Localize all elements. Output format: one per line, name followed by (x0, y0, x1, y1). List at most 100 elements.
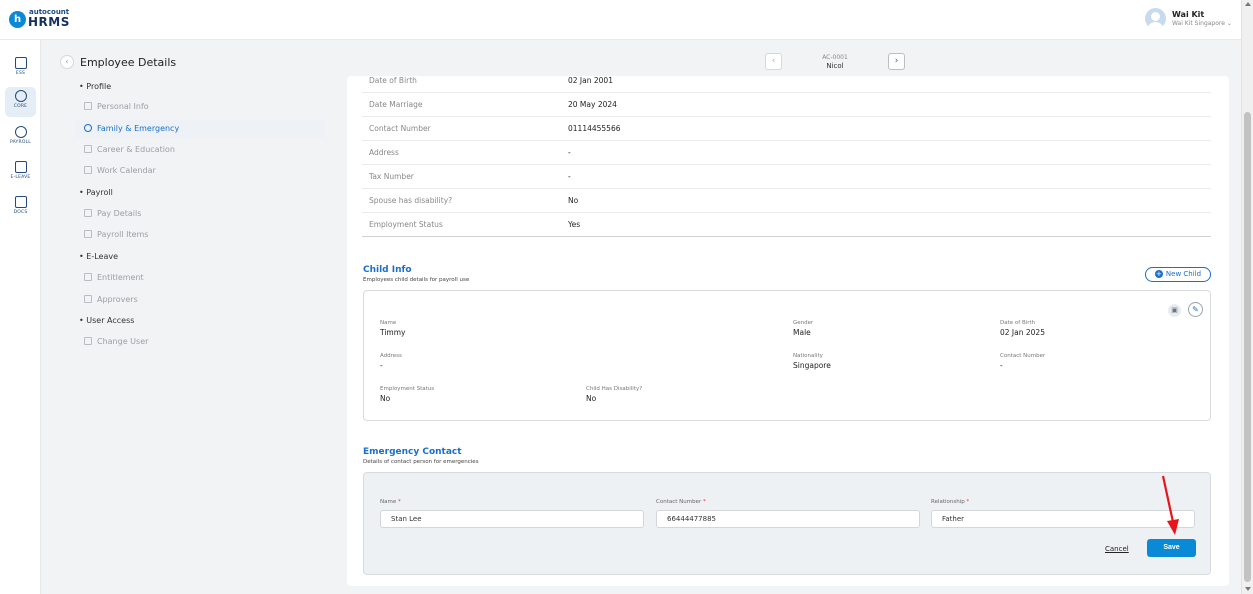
scroll-up-icon[interactable] (1245, 2, 1251, 6)
child-name-value: Timmy (380, 328, 406, 337)
family-icon (84, 124, 92, 132)
emergency-relationship-label: Relationship * (931, 499, 970, 505)
child-address-value: - (380, 361, 383, 370)
menu-item-entitlement[interactable]: Entitlement (75, 269, 325, 287)
child-nationality-value: Singapore (793, 361, 831, 370)
row-label: Address (369, 148, 399, 157)
nav-core-label: CORE (13, 104, 28, 109)
nav-core[interactable]: CORE (5, 87, 36, 117)
nav-payroll-label: PAYROLL (10, 140, 31, 145)
logo-text: HRMS (28, 15, 70, 29)
bank-icon (84, 209, 92, 217)
cancel-button[interactable]: Cancel (1105, 545, 1129, 553)
delete-child-button[interactable]: ▣ (1168, 304, 1181, 317)
next-employee-button[interactable]: › (888, 53, 905, 70)
scroll-down-icon[interactable] (1245, 587, 1251, 591)
child-contact-value: - (1000, 361, 1003, 370)
users-icon (84, 295, 92, 303)
nav-ess[interactable]: ESS (5, 54, 36, 84)
top-bar: h autocount HRMS Wai Kit Wai Kit Singapo… (0, 0, 1241, 40)
menu-item-approvers[interactable]: Approvers (75, 291, 325, 309)
child-contact-label: Contact Number (1000, 353, 1046, 359)
nav-payroll[interactable]: PAYROLL (5, 123, 36, 153)
logo-icon: h (9, 11, 26, 28)
calendar-icon (84, 166, 92, 174)
user-name[interactable]: Wai Kit (1172, 10, 1204, 19)
employee-code: AC-0001 (822, 54, 848, 61)
menu-item-pay-details[interactable]: Pay Details (75, 205, 325, 223)
row-value: Yes (568, 220, 581, 229)
emergency-contact-input[interactable] (656, 510, 920, 528)
row-value: No (568, 196, 579, 205)
edit-child-button[interactable]: ✎ (1188, 302, 1203, 317)
child-card: ▣ ✎ Name Timmy Gender Male Date of Birth… (363, 290, 1211, 421)
child-gender-label: Gender (793, 320, 814, 326)
menu-group-user-access: • User Access (79, 316, 135, 325)
previous-employee-button[interactable]: ‹ (765, 53, 782, 70)
menu-item-payroll-items[interactable]: Payroll Items (75, 226, 325, 244)
annotation-arrow (1161, 475, 1179, 535)
spouse-row-contact: Contact Number 01114455566 (362, 117, 1211, 141)
menu-item-change-user[interactable]: Change User (75, 333, 325, 351)
row-label: Contact Number (369, 124, 431, 133)
menu-item-family-emergency[interactable]: Family & Emergency (75, 120, 325, 138)
employee-name: Nicol (826, 62, 844, 70)
company-switcher[interactable]: Wai Kit Singapore ⌄ (1172, 20, 1232, 27)
child-disability-label: Child Has Disability? (586, 386, 643, 392)
row-label: Spouse has disability? (369, 196, 453, 205)
spouse-row-date-marriage: Date Marriage 20 May 2024 (362, 93, 1211, 117)
trash-icon: ▣ (1171, 306, 1178, 314)
row-value: 02 Jan 2001 (568, 76, 613, 85)
save-button[interactable]: Save (1147, 539, 1196, 557)
emergency-name-input[interactable] (380, 510, 644, 528)
nav-eleave-label: E-LEAVE (10, 175, 31, 180)
nav-ess-label: ESS (15, 71, 26, 76)
avatar[interactable] (1145, 8, 1166, 29)
row-label: Employment Status (369, 220, 443, 229)
row-label: Date of Birth (369, 76, 417, 85)
menu-item-career-education[interactable]: Career & Education (75, 141, 325, 159)
calendar-icon (14, 161, 27, 173)
scrollbar-thumb[interactable] (1244, 112, 1251, 582)
new-child-button[interactable]: + New Child (1145, 267, 1211, 282)
ess-icon (14, 57, 27, 69)
page-scrollbar[interactable] (1241, 0, 1253, 594)
spouse-row-employment: Employment Status Yes (362, 213, 1211, 237)
entitlement-icon (84, 273, 92, 281)
emergency-contact-subtitle: Details of contact person for emergencie… (363, 459, 479, 465)
child-disability-value: No (586, 394, 597, 403)
nav-eleave[interactable]: E-LEAVE (5, 158, 36, 188)
docs-icon (14, 196, 27, 208)
row-value: - (568, 172, 571, 181)
emergency-contact-label: Contact Number * (656, 499, 706, 505)
child-info-subtitle: Employees child details for payroll use (363, 277, 470, 283)
spouse-row-tax-number: Tax Number - (362, 165, 1211, 189)
pencil-icon: ✎ (1192, 305, 1199, 314)
spouse-row-dob: Date of Birth 02 Jan 2001 (362, 76, 1211, 93)
nav-docs-label: DOCS (13, 210, 28, 215)
core-icon (14, 90, 27, 102)
menu-item-work-calendar[interactable]: Work Calendar (75, 162, 325, 180)
row-value: 01114455566 (568, 124, 621, 133)
spouse-row-disability: Spouse has disability? No (362, 189, 1211, 213)
back-button[interactable]: ‹ (60, 55, 74, 69)
page-title: Employee Details (80, 56, 177, 69)
child-info-title: Child Info (363, 265, 412, 275)
nav-docs[interactable]: DOCS (5, 193, 36, 223)
person-icon (84, 102, 92, 110)
menu-group-profile: • Profile (79, 82, 112, 91)
child-dob-label: Date of Birth (1000, 320, 1036, 326)
emergency-contact-form: Name * Contact Number * Relationship * C… (363, 472, 1211, 575)
module-nav: ESS CORE PAYROLL E-LEAVE DOCS (0, 40, 41, 594)
family-emergency-panel: Date of Birth 02 Jan 2001 Date Marriage … (347, 76, 1229, 586)
row-value: 20 May 2024 (568, 100, 617, 109)
list-icon (84, 230, 92, 238)
emergency-contact-title: Emergency Contact (363, 447, 462, 457)
child-gender-value: Male (793, 328, 811, 337)
users-icon (84, 337, 92, 345)
menu-group-payroll: • Payroll (79, 188, 113, 197)
menu-item-personal-info[interactable]: Personal Info (75, 98, 325, 116)
briefcase-icon (84, 145, 92, 153)
row-label: Date Marriage (369, 100, 423, 109)
plus-icon: + (1154, 270, 1163, 278)
